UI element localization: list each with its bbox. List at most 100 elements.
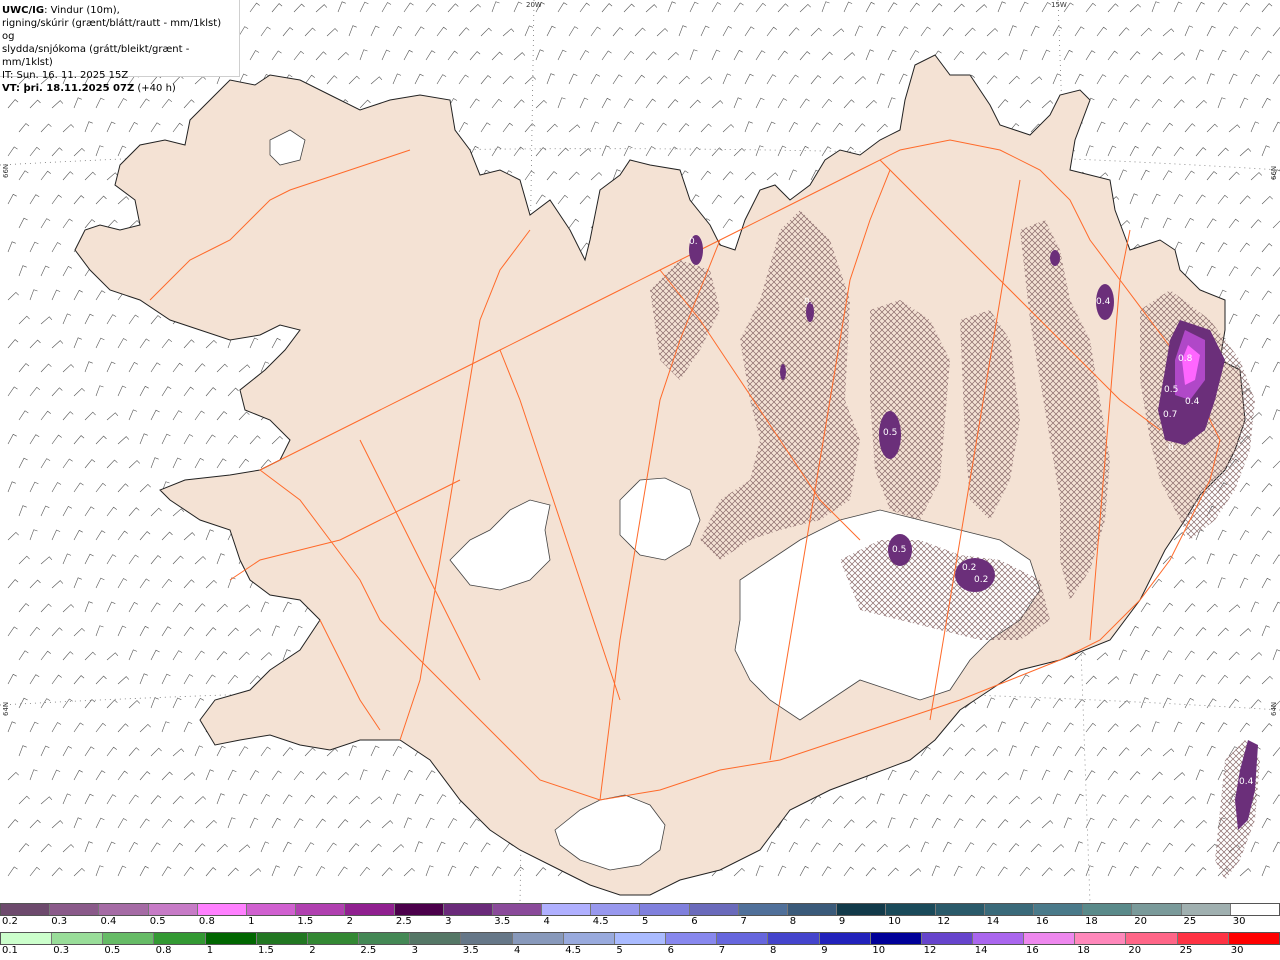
rain-scale-label: 4 (514, 945, 521, 956)
precip-label: 0.7 (1163, 410, 1178, 420)
snow-scale-swatch (1, 904, 51, 915)
snow-scale-swatch (246, 904, 297, 915)
lat-label-66n-left: 66N (2, 163, 10, 178)
precip-label: 0.2 (962, 563, 977, 573)
model-title: UWC/IG (2, 5, 45, 16)
rain-scale-label: 12 (923, 945, 937, 956)
rain-scale-label: 0.3 (53, 945, 70, 956)
snow-scale-label: 2 (346, 916, 353, 927)
snow-scale-label: 3 (445, 916, 452, 927)
rain-scale-swatch (614, 933, 667, 944)
info-line-1: UWC/IG: Vindur (10m), (2, 4, 236, 17)
snow-scale-label: 14 (986, 916, 1000, 927)
snow-scale-swatch (591, 904, 641, 915)
snow-scale-swatch (788, 904, 838, 915)
precip-label: 0.8 (1178, 354, 1193, 364)
rain-scale-label: 18 (1077, 945, 1090, 956)
snow-scale-swatch (197, 904, 247, 915)
rain-scale-label: 2 (309, 945, 316, 956)
rain-scale-label: 6 (667, 945, 674, 956)
valid-time-line: VT: þri. 18.11.2025 07Z (+40 h) (2, 82, 236, 95)
lat-label-66n-right: 66N (1270, 165, 1278, 180)
description-line-2: rigning/skúrir (grænt/blátt/rautt - mm/1… (2, 18, 222, 42)
rain-scale-swatch (1075, 933, 1127, 944)
rain-scale-label: 3 (411, 945, 418, 956)
snow-scale-swatch (394, 904, 444, 915)
rain-scale-swatch (256, 933, 308, 944)
snow-scale-swatch (1033, 904, 1084, 915)
rain-scale-label: 1.5 (258, 945, 274, 956)
precip-label: 0.2 (974, 575, 989, 585)
snow-scale-swatch (837, 904, 887, 915)
snow-scale-label: 20 (1134, 916, 1148, 927)
rain-scale-swatch (972, 933, 1025, 944)
rain-scale-swatch (1024, 933, 1076, 944)
precip-label: 0.5 (883, 428, 898, 438)
lon-label-15w: 15W (1051, 1, 1067, 9)
rain-scale-label: 30 (1230, 945, 1244, 956)
snow-scale-label: 12 (937, 916, 951, 927)
valid-time: VT: þri. 18.11.2025 07Z (2, 83, 135, 94)
snow-scale-swatch (689, 904, 739, 915)
forecast-offset: (+40 h) (134, 83, 176, 94)
snow-scale-label: 0.8 (198, 916, 215, 927)
rain-color-scale: 0.1 0.3 0.5 0.8 1 1.5 2 2.5 3 3.5 4 4.5 5 6 7 8 9 10 12 14 1… (0, 932, 1280, 957)
rain-scale-labels: 0.1 0.3 0.5 0.8 1 1.5 2 2.5 3 3.5 4 4.5 5 6 7 8 9 10 12 14 1… (0, 945, 1280, 957)
rain-scale-label: 2.5 (360, 945, 377, 956)
rain-scale-swatch (52, 933, 104, 944)
forecast-map: 0. 0. 0.5 0.5 0.2 0.2 0.4 0.8 0.5 0.4 0.… (0, 0, 1280, 903)
rain-scale-label: 0.5 (104, 945, 121, 956)
rain-scale-label: 10 (872, 945, 886, 956)
snow-scale-label: 9 (838, 916, 846, 927)
snow-scale-label: 1 (248, 916, 255, 927)
lon-label-20w: 20W (526, 1, 542, 9)
snow-scale-swatch (50, 904, 100, 915)
rain-scale-swatch (1228, 933, 1279, 944)
rain-scale-swatch (921, 933, 973, 944)
precip-label: 0.4 (1239, 777, 1254, 787)
snow-scale-swatch (492, 904, 543, 915)
rain-scale-swatch (870, 933, 922, 944)
rain-scale-swatch (410, 933, 462, 944)
snow-scale-label: 25 (1183, 916, 1197, 927)
snow-scale-label: 6 (691, 916, 698, 927)
snow-scale-swatch (542, 904, 592, 915)
map-canvas (0, 0, 1280, 903)
rain-scale-bar (0, 932, 1280, 945)
rain-scale-swatch (717, 933, 769, 944)
snow-scale-label: 0.5 (149, 916, 166, 927)
snow-scale-bar (0, 903, 1280, 916)
precip-label: 0.4 (1185, 397, 1200, 407)
rain-scale-label: 9 (821, 945, 828, 956)
snow-scale-label: 4.5 (592, 916, 609, 927)
precip-label: 0. (689, 237, 698, 247)
rain-scale-swatch (1126, 933, 1178, 944)
rain-scale-label: 3.5 (462, 945, 479, 956)
rain-scale-label: 25 (1179, 945, 1193, 956)
snow-scale-label: 8 (789, 916, 797, 927)
lat-label-64n-left: 64N (2, 701, 10, 716)
rain-scale-swatch (512, 933, 564, 944)
snow-scale-label: 0.3 (51, 916, 68, 927)
map-info-box: UWC/IG: Vindur (10m), rigning/skúrir (gr… (0, 0, 240, 94)
rain-scale-swatch (154, 933, 206, 944)
rain-scale-label: 5 (616, 945, 623, 956)
snow-scale-labels: 0.2 0.3 0.4 0.5 0.8 1 1.5 2 2.5 3 3.5 4 4.5 5 6 7 8 9 10 12… (0, 916, 1280, 928)
snow-scale-label: 7 (740, 916, 747, 927)
snow-scale-label: 4 (543, 916, 550, 927)
rain-scale-swatch (819, 933, 871, 944)
rain-scale-label: 8 (770, 945, 777, 956)
snow-scale-swatch (935, 904, 985, 915)
precip-label: 0.5 (892, 545, 907, 555)
precip-label: 0. (804, 297, 813, 307)
snow-scale-label: 30 (1232, 916, 1246, 927)
rain-scale-label: 20 (1128, 945, 1142, 956)
snow-scale-label: 18 (1085, 916, 1098, 927)
snow-scale-swatch (1132, 904, 1182, 915)
snow-scale-label: 0.4 (100, 916, 117, 927)
snow-scale-label: 3.5 (494, 916, 511, 927)
rain-scale-swatch (666, 933, 718, 944)
snow-scale-swatch (1181, 904, 1231, 915)
rain-scale-swatch (1177, 933, 1229, 944)
snow-scale-swatch (640, 904, 690, 915)
